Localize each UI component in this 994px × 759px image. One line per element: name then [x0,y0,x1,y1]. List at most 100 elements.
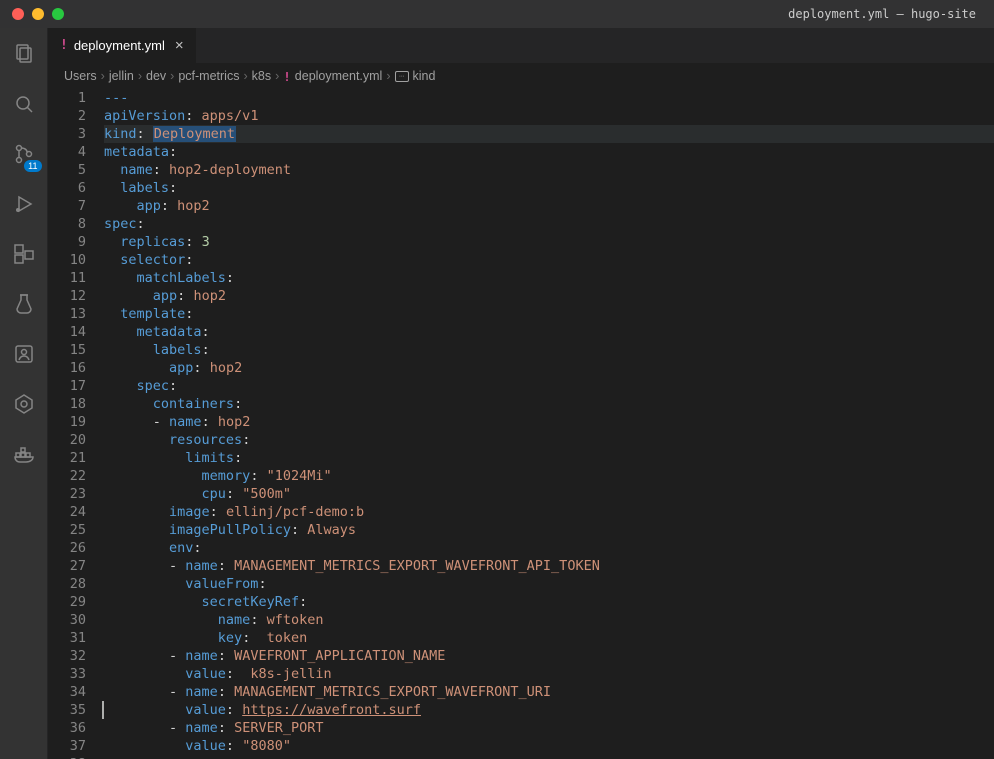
code-line[interactable]: valueFrom: [104,575,994,593]
line-number: 24 [48,503,86,521]
breadcrumb-item[interactable]: k8s [252,69,271,83]
code-line[interactable]: imagePullPolicy: Always [104,521,994,539]
code-line[interactable]: name: wftoken [104,611,994,629]
code-line[interactable]: containers: [104,395,994,413]
line-number: 12 [48,287,86,305]
code-line[interactable]: app: hop2 [104,287,994,305]
code-line[interactable]: - name: SERVER_PORT [104,719,994,737]
code-token: : [226,270,234,286]
zoom-window-button[interactable] [52,8,64,20]
code-token: spec [104,216,137,232]
code-line[interactable]: value: "8080" [104,737,994,755]
breadcrumb-separator: › [275,69,279,83]
code-token: name [185,558,218,574]
extensions-icon[interactable] [0,238,48,270]
code-line[interactable]: selector: [104,251,994,269]
code-line[interactable]: app: hop2 [104,197,994,215]
code-line[interactable]: env: [104,539,994,557]
breadcrumb-item[interactable]: dev [146,69,166,83]
minimize-window-button[interactable] [32,8,44,20]
code-line[interactable]: labels: [104,179,994,197]
line-number: 3 [48,125,86,143]
code-line[interactable]: key: token [104,629,994,647]
code-line[interactable]: memory: "1024Mi" [104,467,994,485]
run-debug-icon[interactable] [0,188,48,220]
code-line[interactable]: - name: WAVEFRONT_APPLICATION_NAME [104,647,994,665]
code-token: : [185,234,201,250]
code-token: : [202,414,218,430]
code-line[interactable]: value: k8s-jellin [104,665,994,683]
code-line[interactable]: secretKeyRef: [104,593,994,611]
code-token: - [169,558,185,574]
yaml-file-icon: ! [60,38,68,53]
code-line[interactable]: - name: hop2 [104,413,994,431]
code-token: limits [185,450,234,466]
breadcrumb-item[interactable]: Users [64,69,97,83]
code-token: name [185,684,218,700]
accounts-icon[interactable] [0,338,48,370]
code-line[interactable]: spec: [104,215,994,233]
code-token: template [120,306,185,322]
code-line[interactable]: replicas: 3 [104,233,994,251]
line-number: 6 [48,179,86,197]
code-token: app [169,360,193,376]
code-line[interactable] [104,755,994,759]
tab-close-icon[interactable]: × [175,37,184,54]
code-line[interactable]: matchLabels: [104,269,994,287]
code-line[interactable]: labels: [104,341,994,359]
code-token: name [169,414,202,430]
docker-icon[interactable] [0,438,48,470]
code-token: name [218,612,251,628]
code-token: : [185,252,193,268]
line-number: 38 [48,755,86,759]
code-token: : [161,198,177,214]
testing-icon[interactable] [0,288,48,320]
code-token: resources [169,432,242,448]
close-window-button[interactable] [12,8,24,20]
code-line[interactable]: apiVersion: apps/v1 [104,107,994,125]
breadcrumb-item[interactable]: jellin [109,69,134,83]
code-editor[interactable]: 1234567891011121314151617181920212223242… [48,89,994,759]
tab-bar[interactable]: ! deployment.yml × [48,28,994,63]
code-token: : [169,144,177,160]
tab-deployment-yml[interactable]: ! deployment.yml × [48,28,197,63]
line-number: 23 [48,485,86,503]
code-token: https://wavefront.surf [242,702,421,718]
code-token: : [242,630,266,646]
code-line[interactable]: image: ellinj/pcf-demo:b [104,503,994,521]
code-token: : [202,342,210,358]
line-number: 14 [48,323,86,341]
code-token: hop2 [218,414,251,430]
code-content[interactable]: ---apiVersion: apps/v1kind: Deploymentme… [104,89,994,759]
code-token: : [234,450,242,466]
code-line[interactable]: template: [104,305,994,323]
code-line[interactable]: spec: [104,377,994,395]
search-icon[interactable] [0,88,48,120]
code-line[interactable]: - name: MANAGEMENT_METRICS_EXPORT_WAVEFR… [104,557,994,575]
breadcrumb[interactable]: Users›jellin›dev›pcf-metrics›k8s›! deplo… [48,63,994,89]
code-line[interactable]: app: hop2 [104,359,994,377]
titlebar[interactable]: deployment.yml — hugo-site [0,0,994,28]
code-token: SERVER_PORT [234,720,323,736]
code-token: : [193,540,201,556]
explorer-icon[interactable] [0,38,48,70]
code-line[interactable]: cpu: "500m" [104,485,994,503]
code-line[interactable]: metadata: [104,323,994,341]
code-token: token [267,630,308,646]
code-line[interactable]: metadata: [104,143,994,161]
source-control-icon[interactable]: 11 [0,138,48,170]
code-line[interactable]: kind: Deployment [104,125,994,143]
breadcrumb-file[interactable]: deployment.yml [295,69,383,83]
code-line[interactable]: --- [104,89,994,107]
code-line[interactable]: limits: [104,449,994,467]
code-line[interactable]: name: hop2-deployment [104,161,994,179]
breadcrumb-item[interactable]: pcf-metrics [178,69,239,83]
code-line[interactable]: resources: [104,431,994,449]
code-line[interactable]: value: https://wavefront.surf [104,701,994,719]
kubernetes-icon[interactable] [0,388,48,420]
code-line[interactable]: - name: MANAGEMENT_METRICS_EXPORT_WAVEFR… [104,683,994,701]
code-token: name [185,720,218,736]
breadcrumb-symbol[interactable]: kind [413,69,436,83]
code-token: app [153,288,177,304]
code-token: app [137,198,161,214]
